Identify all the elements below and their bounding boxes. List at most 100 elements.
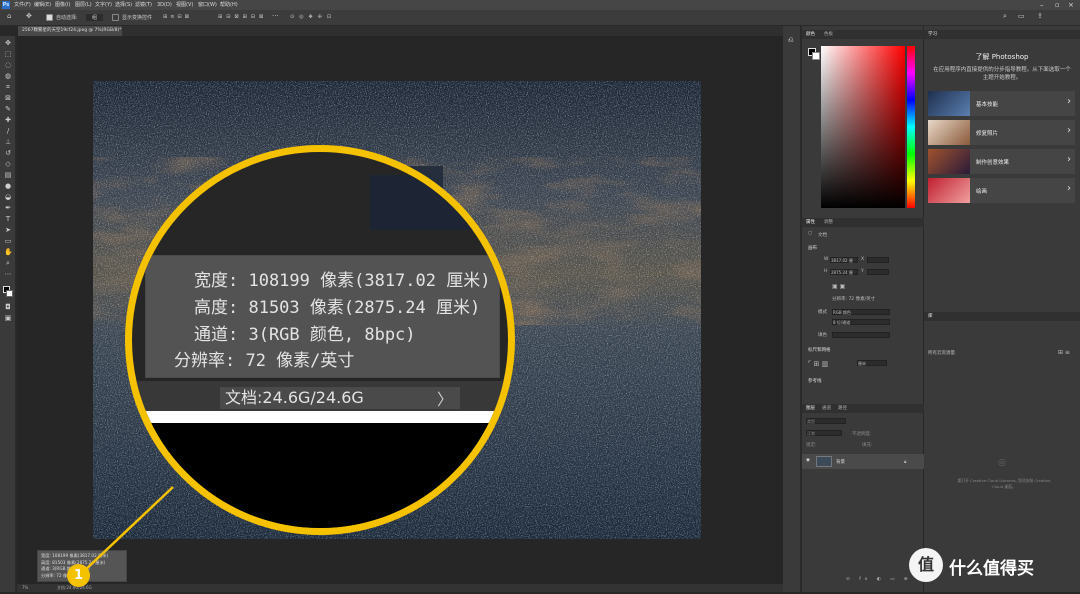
rectangle-tool-icon[interactable]: ▭	[4, 238, 12, 245]
menu-select[interactable]: 选择(S)	[115, 0, 132, 10]
minimize-icon[interactable]: –	[1040, 0, 1044, 10]
show-transform-checkbox[interactable]	[112, 14, 119, 21]
align-icons[interactable]: ⊞≡⊟⊠	[163, 14, 192, 20]
document-tab[interactable]: 2567颗繁星的天空19cf24.jpeg @ 7%(RGB/8)*	[18, 26, 122, 36]
menu-window[interactable]: 窗口(W)	[198, 0, 217, 10]
ruler-grid-icons[interactable]: ⌜ ⊞ ▥	[808, 360, 828, 368]
ruler-unit-select[interactable]: 厘米	[857, 360, 887, 366]
close-icon[interactable]: ×	[1068, 0, 1074, 10]
layer-row-background[interactable]: ◉ 背景 🔒︎	[802, 454, 924, 469]
move-tool-icon[interactable]: ✥	[26, 12, 32, 20]
healing-brush-icon[interactable]: ✚	[4, 117, 12, 124]
lock-label: 锁定:	[806, 443, 817, 448]
dodge-tool-icon[interactable]: ◒	[4, 194, 12, 201]
tab-color[interactable]: 颜色	[806, 30, 815, 39]
card-basic-skills[interactable]: 基本技能 ›	[928, 91, 1075, 116]
mode-select[interactable]: RGB 颜色	[832, 309, 890, 315]
quick-select-icon[interactable]: ◍	[4, 73, 12, 80]
clone-stamp-icon[interactable]: ⊥	[4, 139, 12, 146]
tab-paths[interactable]: 路径	[838, 404, 847, 413]
canvas-section[interactable]: 画布	[808, 245, 817, 251]
screen-mode-icon[interactable]: ▣	[4, 315, 12, 322]
menu-file[interactable]: 文件(F)	[14, 0, 31, 10]
frame-tool-icon[interactable]: ⊠	[4, 95, 12, 102]
search-icon[interactable]: ⌕	[1003, 12, 1007, 21]
zoom-level[interactable]: 7%	[22, 584, 28, 592]
tab-channels[interactable]: 通道	[822, 404, 831, 413]
home-icon[interactable]: ⌂	[7, 12, 11, 20]
x-field[interactable]	[867, 257, 889, 263]
menu-filter[interactable]: 滤镜(T)	[135, 0, 152, 10]
color-picker-field[interactable]	[821, 46, 905, 208]
auto-select-checkbox[interactable]	[46, 14, 53, 21]
orientation-icons[interactable]: ▣ ▣	[832, 283, 845, 290]
menu-type[interactable]: 文字(Y)	[95, 0, 112, 10]
width-field[interactable]: 3817.02 厘	[830, 257, 858, 263]
auto-select-dropdown[interactable]: 组	[86, 14, 104, 21]
lasso-tool-icon[interactable]: ◌	[4, 62, 12, 69]
card-fix-photo[interactable]: 修复照片 ›	[928, 120, 1075, 145]
crop-tool-icon[interactable]: ⌗	[4, 84, 12, 91]
tab-adjustments[interactable]: 调整	[824, 218, 833, 227]
card-creative-effects[interactable]: 制作创意效果 ›	[928, 149, 1075, 174]
menu-image[interactable]: 图像(I)	[55, 0, 70, 10]
depth-select[interactable]: 8 位/通道	[832, 319, 890, 325]
hand-tool-icon[interactable]: ✋	[4, 249, 13, 256]
quick-mask-icon[interactable]: ◘	[4, 304, 12, 311]
mag-width-line: 宽度: 108199 像素(3817.02 厘米)	[194, 271, 491, 291]
background-color-swatch[interactable]	[6, 290, 13, 297]
brush-tool-icon[interactable]: /	[4, 128, 12, 135]
type-tool-icon[interactable]: T	[4, 216, 12, 223]
fill-opacity-label: 填充:	[862, 443, 873, 448]
tab-learn[interactable]: 学习	[928, 30, 937, 39]
tab-swatches[interactable]: 色板	[824, 30, 833, 39]
chevron-right-icon: ›	[1067, 96, 1071, 107]
3d-mode-icons[interactable]: ⊙◎✥✣⊡	[290, 14, 336, 20]
eyedropper-icon[interactable]: ✎	[4, 106, 12, 113]
menu-help[interactable]: 帮助(H)	[220, 0, 238, 10]
workspace-icon[interactable]: ▭	[1018, 12, 1025, 20]
path-select-icon[interactable]: ➤	[4, 227, 12, 234]
eraser-icon[interactable]: ◇	[4, 161, 12, 168]
hue-slider[interactable]	[907, 46, 915, 208]
move-tool-icon[interactable]: ✥	[4, 40, 12, 47]
history-icon[interactable]: ⎌	[788, 36, 794, 45]
card-thumb-basic	[928, 91, 970, 116]
visibility-eye-icon[interactable]: ◉	[806, 458, 810, 463]
libraries-select[interactable]: 所有云资源量	[928, 350, 955, 356]
menu-edit[interactable]: 编辑(E)	[34, 0, 51, 10]
y-field[interactable]	[867, 269, 889, 275]
share-icon[interactable]: ⇪	[1037, 12, 1043, 20]
tab-libraries[interactable]: 库	[928, 312, 933, 321]
blur-tool-icon[interactable]: ●	[4, 183, 12, 190]
menu-view[interactable]: 视图(V)	[176, 0, 193, 10]
options-bar: ⌂ ✥ 自动选择: 组 显示变换控件 ⊞≡⊟⊠ ⊞⊟⊠⊞⊟⊠ ··· ⊙◎✥✣⊡…	[0, 10, 1080, 26]
card-painting[interactable]: 绘画 ›	[928, 178, 1075, 203]
restore-icon[interactable]: ▫	[1055, 0, 1060, 10]
menu-3d[interactable]: 3D(D)	[157, 0, 172, 10]
background-swatch[interactable]	[812, 52, 820, 60]
rulers-section[interactable]: 标尺和网格	[808, 347, 831, 353]
distribute-icons[interactable]: ⊞⊟⊠⊞⊟⊠	[218, 14, 267, 20]
tab-properties[interactable]: 属性	[806, 218, 815, 227]
tab-layers[interactable]: 图层	[806, 404, 815, 413]
fill-select[interactable]	[832, 332, 890, 338]
h-label: H	[824, 269, 828, 274]
marquee-tool-icon[interactable]: ⬚	[4, 51, 12, 58]
card-label-creative: 制作创意效果	[976, 160, 1010, 166]
pen-tool-icon[interactable]: ✒	[4, 205, 12, 212]
auto-select-label: 自动选择:	[56, 15, 78, 21]
height-field[interactable]: 2875.24 厘	[830, 269, 858, 275]
more-icon[interactable]: ···	[272, 12, 279, 20]
gradient-tool-icon[interactable]: ▤	[4, 172, 12, 179]
guides-section[interactable]: 参考线	[808, 378, 822, 384]
view-toggle-icons[interactable]: ⊞ ≡	[1058, 349, 1070, 356]
more-tools-icon[interactable]: ⋯	[4, 271, 12, 278]
menu-layer[interactable]: 图层(L)	[75, 0, 92, 10]
layer-kind-filter[interactable]: 类型	[806, 418, 846, 424]
mag-channels-line: 通道: 3(RGB 颜色, 8bpc)	[194, 325, 416, 345]
blend-mode-select[interactable]: 正常	[806, 430, 842, 436]
zoom-tool-icon[interactable]: ⌕	[4, 260, 12, 267]
mode-label: 模式	[818, 310, 827, 315]
history-brush-icon[interactable]: ↺	[4, 150, 12, 157]
